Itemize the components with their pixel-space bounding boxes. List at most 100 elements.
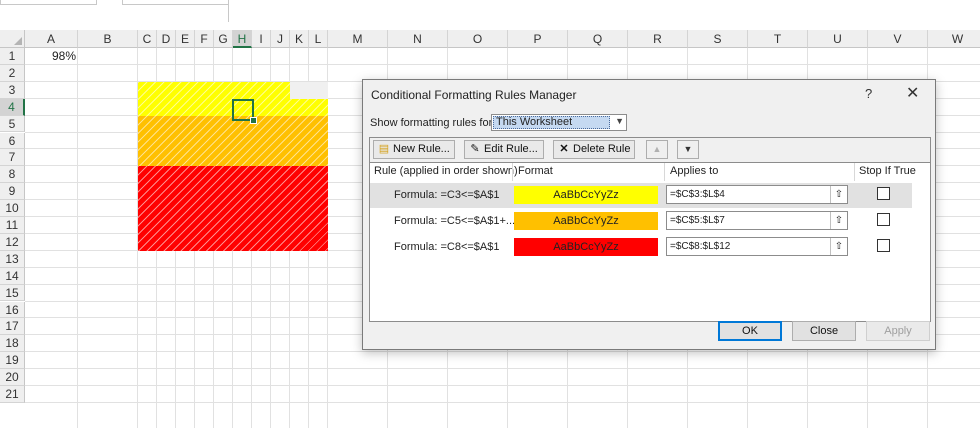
header-rule: Rule (applied in order shown)	[374, 165, 518, 177]
dialog-title: Conditional Formatting Rules Manager	[371, 88, 577, 102]
row-header-19[interactable]: 19	[0, 352, 25, 370]
edit-rule-button[interactable]: ✎ Edit Rule...	[464, 140, 544, 159]
header-separator	[854, 163, 855, 181]
gridline-vertical	[77, 48, 78, 428]
header-format: Format	[518, 165, 553, 177]
close-icon[interactable]: ✕	[906, 83, 919, 103]
applies-to-field[interactable]: =$C$8:$L$12 ⇧	[666, 237, 848, 256]
column-header-e[interactable]: E	[176, 30, 195, 48]
column-header-t[interactable]: T	[748, 30, 808, 48]
column-header-h[interactable]: H	[233, 30, 252, 48]
cell-a1-value[interactable]: 98%	[26, 49, 79, 64]
header-separator	[664, 163, 665, 181]
column-header-j[interactable]: J	[271, 30, 290, 48]
row-header-3[interactable]: 3	[0, 81, 25, 99]
collapse-range-icon[interactable]: ⇧	[830, 212, 847, 229]
column-header-n[interactable]: N	[388, 30, 448, 48]
column-header-k[interactable]: K	[290, 30, 309, 48]
row-header-12[interactable]: 12	[0, 233, 25, 251]
rules-toolbar: ▤ New Rule... ✎ Edit Rule... ✕ Delete Rule …	[370, 138, 930, 163]
format-preview: AaBbCcYyZz	[514, 186, 658, 204]
stop-if-true-checkbox[interactable]	[877, 239, 890, 252]
row-header-11[interactable]: 11	[0, 217, 25, 234]
apply-button[interactable]: Apply	[866, 321, 930, 341]
column-header-w[interactable]: W	[928, 30, 980, 48]
row-header-16[interactable]: 16	[0, 301, 25, 319]
formula-bar-buttons[interactable]	[122, 0, 229, 5]
column-header-o[interactable]: O	[448, 30, 508, 48]
formula-bar-divider	[228, 0, 229, 22]
rule-row[interactable]: Formula: =C3<=$A$1 AaBbCcYyZz =$C$3:$L$4…	[370, 183, 912, 208]
column-header-r[interactable]: R	[628, 30, 688, 48]
column-header-c[interactable]: C	[138, 30, 157, 48]
name-box[interactable]	[0, 0, 97, 5]
header-stop-if-true: Stop If True	[859, 165, 916, 177]
column-header-p[interactable]: P	[508, 30, 568, 48]
row-header-5[interactable]: 5	[0, 115, 25, 133]
column-header-v[interactable]: V	[868, 30, 928, 48]
rule-row[interactable]: Formula: =C8<=$A$1 AaBbCcYyZz =$C$8:$L$1…	[370, 235, 912, 260]
move-up-button[interactable]: ▲	[646, 140, 668, 159]
move-down-button[interactable]: ▼	[677, 140, 699, 159]
row-header-17[interactable]: 17	[0, 318, 25, 336]
row-header-20[interactable]: 20	[0, 369, 25, 386]
fill-handle[interactable]	[250, 117, 257, 124]
applies-to-field[interactable]: =$C$3:$L$4 ⇧	[666, 185, 848, 204]
show-rules-dropdown[interactable]: This Worksheet ▼	[491, 114, 627, 131]
column-header-u[interactable]: U	[808, 30, 868, 48]
row-header-18[interactable]: 18	[0, 335, 25, 353]
column-header-g[interactable]: G	[214, 30, 233, 48]
chevron-down-icon[interactable]: ▼	[615, 116, 624, 126]
rules-table-header: Rule (applied in order shown) Format App…	[370, 163, 930, 181]
close-button[interactable]: Close	[792, 321, 856, 341]
row-header-6[interactable]: 6	[0, 132, 25, 150]
rule-formula: Formula: =C8<=$A$1	[394, 241, 500, 253]
new-rule-label: New Rule...	[393, 143, 450, 155]
gridline-horizontal	[25, 401, 980, 403]
row-header-7[interactable]: 7	[0, 149, 25, 167]
applies-to-value: =$C$5:$L$7	[670, 215, 725, 226]
column-header-q[interactable]: Q	[568, 30, 628, 48]
row-header-21[interactable]: 21	[0, 386, 25, 403]
row-header-14[interactable]: 14	[0, 267, 25, 285]
column-header-l[interactable]: L	[309, 30, 328, 48]
delete-rule-button[interactable]: ✕ Delete Rule	[553, 140, 635, 159]
row-header-1[interactable]: 1	[0, 48, 25, 65]
collapse-range-icon[interactable]: ⇧	[830, 238, 847, 255]
cell-hatch-pattern	[138, 166, 328, 251]
rule-formula: Formula: =C3<=$A$1	[394, 189, 500, 201]
row-header-10[interactable]: 10	[0, 200, 25, 217]
ok-button[interactable]: OK	[718, 321, 782, 341]
format-preview: AaBbCcYyZz	[514, 238, 658, 256]
row-header-15[interactable]: 15	[0, 284, 25, 302]
unfilled-cells	[290, 81, 328, 99]
column-header-a[interactable]: A	[25, 30, 78, 48]
format-preview: AaBbCcYyZz	[514, 212, 658, 230]
show-rules-label: Show formatting rules for:	[370, 117, 496, 129]
column-header-m[interactable]: M	[328, 30, 388, 48]
row-header-4[interactable]: 4	[0, 98, 25, 116]
rules-panel: ▤ New Rule... ✎ Edit Rule... ✕ Delete Rule …	[369, 137, 931, 322]
new-rule-button[interactable]: ▤ New Rule...	[373, 140, 455, 159]
row-header-2[interactable]: 2	[0, 64, 25, 82]
stop-if-true-checkbox[interactable]	[877, 187, 890, 200]
row-header-9[interactable]: 9	[0, 183, 25, 201]
column-header-b[interactable]: B	[78, 30, 138, 48]
stop-if-true-checkbox[interactable]	[877, 213, 890, 226]
help-icon[interactable]: ?	[865, 86, 872, 101]
column-header-f[interactable]: F	[195, 30, 214, 48]
rule-formula: Formula: =C5<=$A$1+...	[394, 215, 516, 227]
column-header-d[interactable]: D	[157, 30, 176, 48]
cell-hatch-pattern	[138, 115, 328, 167]
applies-to-field[interactable]: =$C$5:$L$7 ⇧	[666, 211, 848, 230]
column-header-s[interactable]: S	[688, 30, 748, 48]
row-header-8[interactable]: 8	[0, 166, 25, 184]
select-all-corner[interactable]	[0, 30, 25, 48]
header-separator	[512, 163, 513, 181]
collapse-range-icon[interactable]: ⇧	[830, 186, 847, 203]
formula-bar-area	[0, 0, 980, 30]
row-header-13[interactable]: 13	[0, 250, 25, 268]
rule-row[interactable]: Formula: =C5<=$A$1+... AaBbCcYyZz =$C$5:…	[370, 209, 912, 234]
column-header-i[interactable]: I	[252, 30, 271, 48]
gridline-horizontal	[25, 63, 980, 65]
